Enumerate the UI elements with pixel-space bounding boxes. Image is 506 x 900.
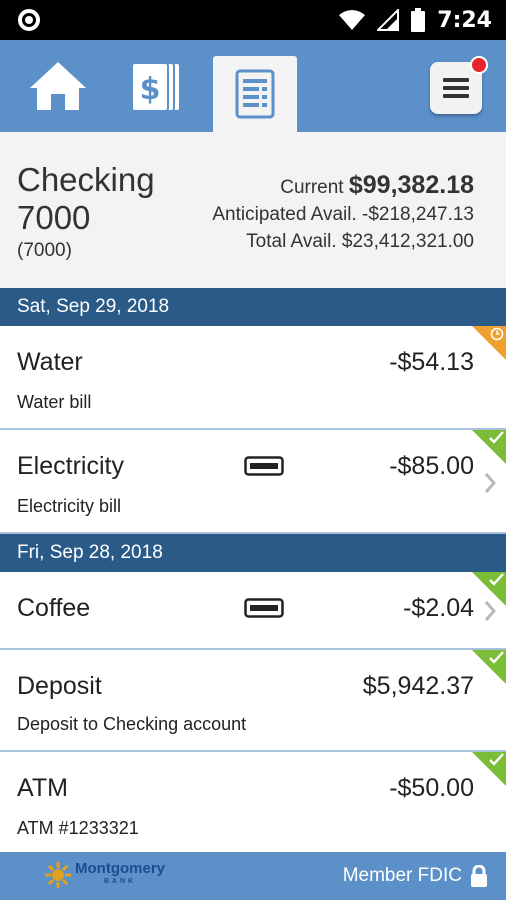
checkmark-icon: [489, 573, 504, 586]
checkmark-icon: [489, 753, 504, 766]
top-nav-bar: $: [0, 40, 506, 132]
member-fdic-text: Member FDIC: [342, 865, 462, 886]
member-fdic: Member FDIC: [343, 852, 488, 900]
home-icon: [30, 62, 86, 110]
transaction-row-coffee[interactable]: Coffee -$2.04: [0, 572, 506, 650]
sun-logo-icon: [45, 862, 71, 888]
tab-register[interactable]: [213, 56, 297, 132]
total-available-balance: Total Avail. $23,412,321.00: [246, 231, 474, 252]
current-balance-amount: $99,382.18: [348, 171, 474, 199]
clock-time: 7:24: [437, 7, 492, 33]
anticipated-balance: Anticipated Avail. -$218,247.13: [212, 204, 474, 225]
transaction-description: Water bill: [17, 392, 92, 412]
svg-text:$: $: [140, 72, 161, 107]
account-number: (7000): [17, 240, 72, 261]
bank-logo: Montgomery BANK: [44, 861, 165, 889]
transaction-amount: -$85.00: [389, 452, 474, 480]
chevron-right-icon[interactable]: [484, 472, 496, 494]
transaction-title: Deposit: [17, 672, 102, 700]
date-header: Sat, Sep 29, 2018: [0, 288, 506, 326]
transaction-title: Coffee: [17, 594, 91, 622]
battery-icon: [411, 8, 426, 32]
hamburger-menu-icon: [443, 78, 469, 98]
current-balance-label: Current: [280, 177, 344, 198]
clock-icon: [490, 327, 504, 341]
transaction-title: Water: [17, 348, 83, 376]
transaction-amount: $5,942.37: [362, 672, 474, 700]
card-icon: [244, 456, 284, 476]
status-icons: 7:24: [339, 0, 492, 40]
register-list-icon: [235, 69, 275, 119]
checkmark-icon: [489, 431, 504, 444]
transaction-amount: -$54.13: [389, 348, 474, 376]
account-name: Checking 7000: [17, 161, 155, 236]
date-header: Fri, Sep 28, 2018: [0, 534, 506, 572]
bank-logo-text: Montgomery BANK: [75, 861, 165, 888]
transaction-title: Electricity: [17, 452, 124, 480]
lock-icon: [471, 865, 487, 887]
transaction-row-water[interactable]: Water Water bill -$54.13: [0, 326, 506, 430]
transaction-amount: -$2.04: [403, 594, 474, 622]
transaction-row-deposit[interactable]: Deposit Deposit to Checking account $5,9…: [0, 650, 506, 752]
transaction-description: ATM #1233321: [17, 818, 139, 838]
transaction-row-electricity[interactable]: Electricity Electricity bill -$85.00: [0, 430, 506, 534]
card-icon: [244, 598, 284, 618]
transaction-amount: -$50.00: [389, 774, 474, 802]
menu-button[interactable]: [430, 56, 488, 114]
transaction-row-atm[interactable]: ATM ATM #1233321 -$50.00: [0, 752, 506, 852]
transaction-description: Electricity bill: [17, 496, 122, 516]
status-bar: 7:24: [0, 0, 506, 40]
notification-dot-icon: [18, 9, 40, 31]
footer: Montgomery BANK Member FDIC: [0, 852, 506, 900]
current-balance: Current $99,382.18: [280, 171, 474, 200]
dollar-card-icon: $: [131, 62, 181, 112]
signal-icon: [377, 9, 400, 31]
checkmark-icon: [489, 651, 504, 664]
transaction-description: Deposit to Checking account: [17, 714, 247, 734]
transaction-title: ATM: [17, 774, 68, 802]
wifi-icon: [339, 10, 366, 30]
notification-badge: [470, 56, 488, 74]
account-summary: Checking 7000 (7000) Current $99,382.18 …: [0, 132, 506, 288]
tab-accounts[interactable]: $: [118, 40, 194, 132]
tab-home[interactable]: [20, 40, 96, 132]
